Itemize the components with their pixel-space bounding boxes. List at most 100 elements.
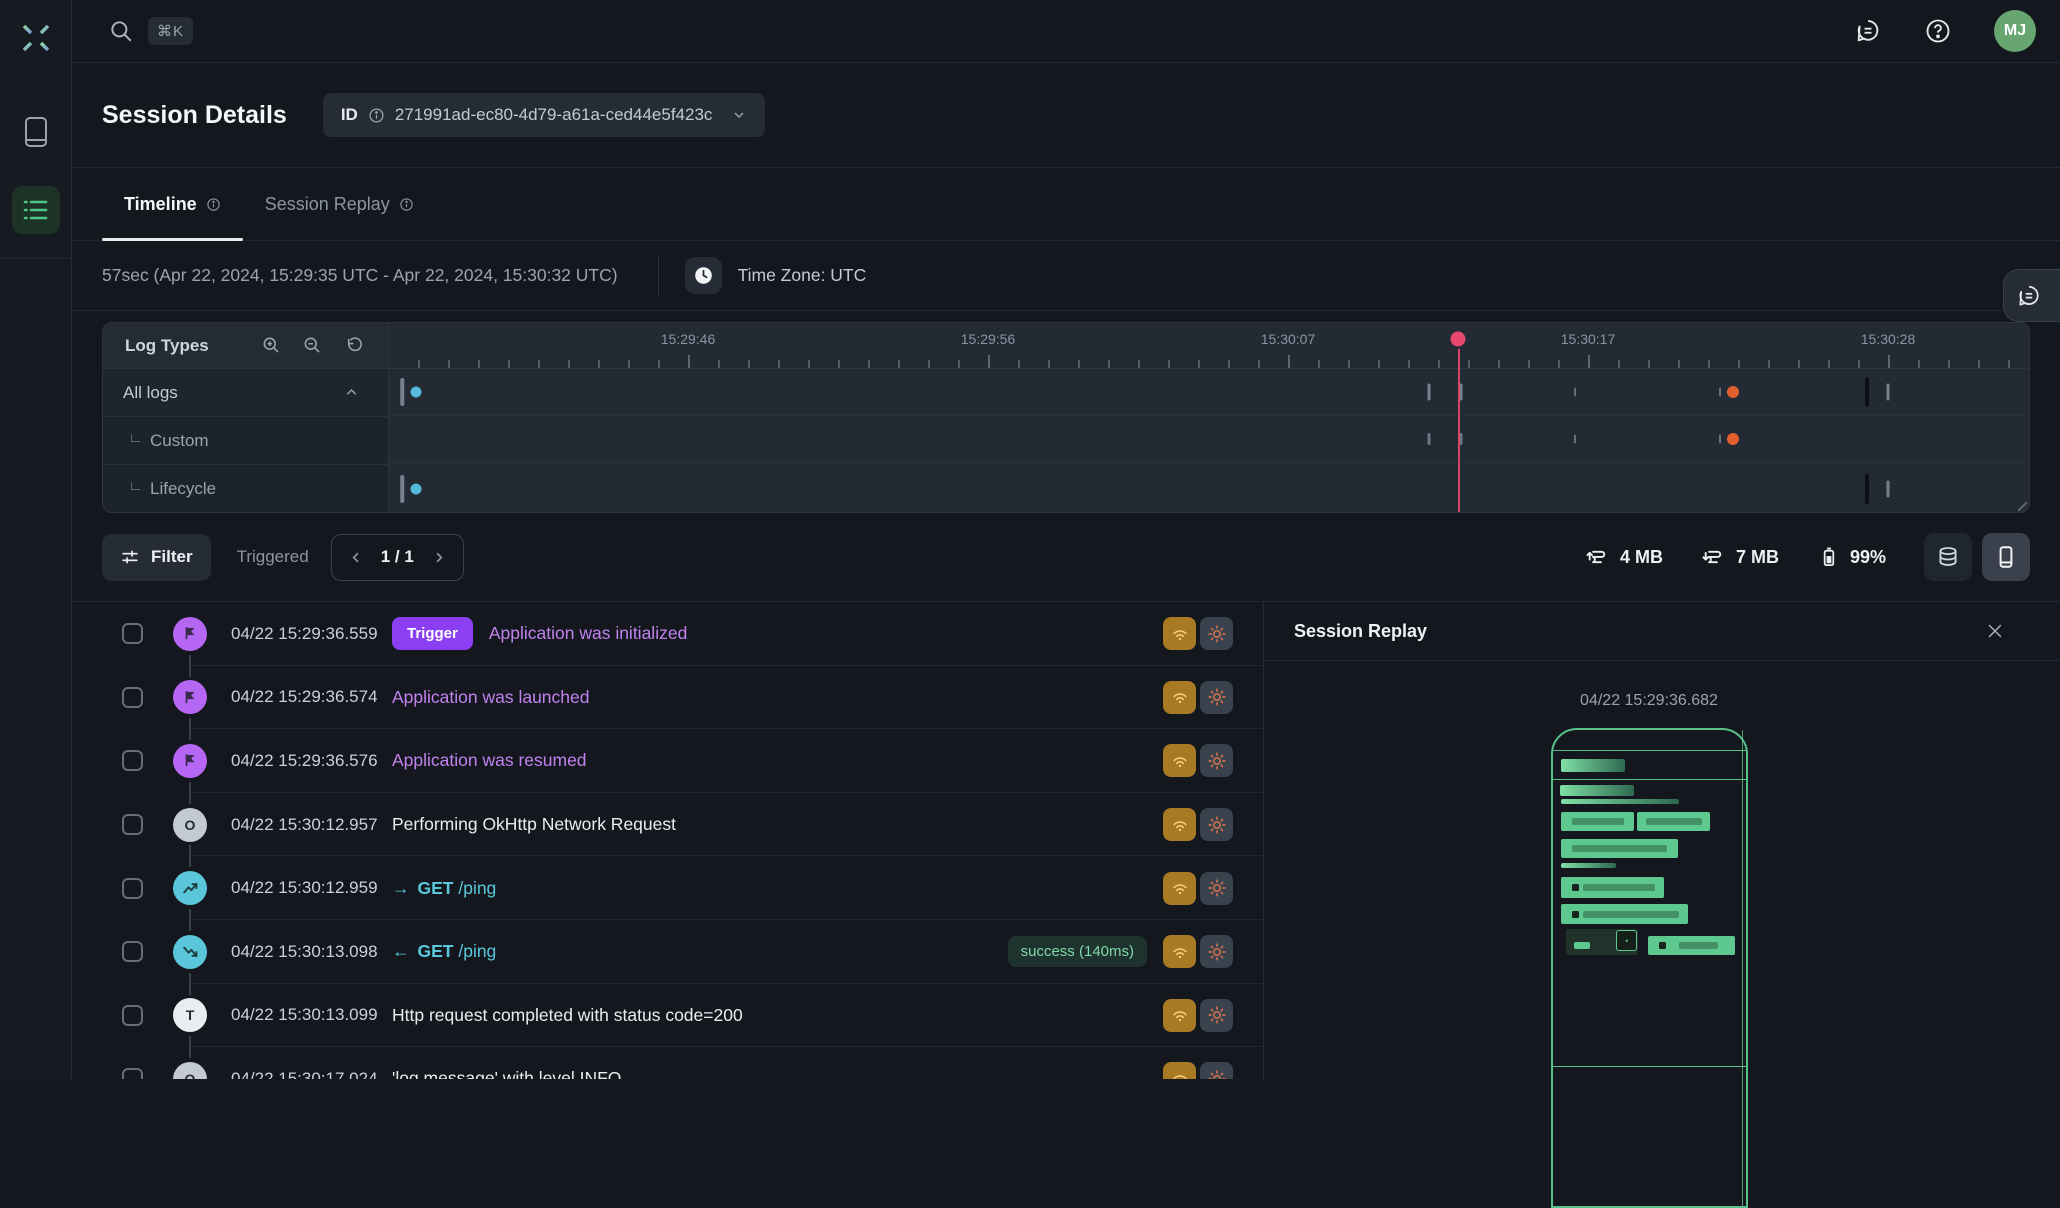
sidebar-item-devices[interactable] <box>12 108 60 156</box>
topbar: ⌘K MJ <box>72 0 2060 63</box>
feedback-chat-icon[interactable] <box>1854 17 1882 45</box>
minor-tick <box>1108 360 1110 368</box>
lifecycle-dot-marker <box>411 483 422 494</box>
data-downloaded: 7 MB <box>1701 545 1779 570</box>
environment-state-button[interactable] <box>1200 935 1233 968</box>
log-message[interactable]: Application was resumed <box>392 750 587 771</box>
close-icon[interactable] <box>1986 622 2004 640</box>
row-checkbox[interactable] <box>122 623 143 644</box>
help-icon[interactable] <box>1924 17 1952 45</box>
app-logo-icon[interactable] <box>16 18 56 58</box>
support-chat-tab[interactable] <box>2003 269 2060 322</box>
log-row[interactable]: T04/22 15:30:13.099Http request complete… <box>72 984 1263 1048</box>
network-state-button[interactable] <box>1163 872 1196 905</box>
log-row[interactable]: 04/22 15:29:36.559TriggerApplication was… <box>72 602 1263 666</box>
environment-state-button[interactable] <box>1200 808 1233 841</box>
log-message[interactable]: Application was initialized <box>489 623 687 644</box>
tab-label: Timeline <box>124 194 197 215</box>
log-message[interactable]: Http request completed with status code=… <box>392 1005 743 1026</box>
minor-tick <box>1528 360 1530 368</box>
log-message[interactable]: →GET /ping <box>392 878 496 899</box>
environment-state-button[interactable] <box>1200 744 1233 777</box>
row-checkbox[interactable] <box>122 1068 143 1079</box>
environment-state-button[interactable] <box>1200 617 1233 650</box>
log-row[interactable]: 04/22 15:30:13.098←GET /pingsuccess (140… <box>72 920 1263 984</box>
request-direction-arrow: ← <box>392 941 410 961</box>
row-checkbox[interactable] <box>122 1005 143 1026</box>
environment-state-button[interactable] <box>1200 999 1233 1032</box>
chevron-down-icon <box>731 107 747 123</box>
environment-state-button[interactable] <box>1200 1062 1233 1079</box>
battery-level: 99% <box>1817 544 1886 570</box>
user-avatar[interactable]: MJ <box>1994 10 2036 52</box>
reset-zoom-icon[interactable] <box>343 335 364 356</box>
session-id-dropdown[interactable]: ID 271991ad-ec80-4d79-a61a-ced44e5f423c <box>323 93 765 137</box>
filter-sliders-icon <box>120 547 140 567</box>
prev-page-icon[interactable] <box>348 549 365 566</box>
row-checkbox[interactable] <box>122 878 143 899</box>
log-type-row-custom[interactable]: Custom <box>103 417 388 465</box>
timeline-connector <box>189 718 191 740</box>
sun-icon <box>1207 1069 1227 1079</box>
row-checkbox[interactable] <box>122 750 143 771</box>
major-tick <box>1588 355 1590 368</box>
row-checkbox[interactable] <box>122 941 143 962</box>
log-type-row-lifecycle[interactable]: Lifecycle <box>103 465 388 512</box>
log-message[interactable]: 'log message' with level INFO <box>392 1068 621 1079</box>
log-row[interactable]: 04/22 15:29:36.576Application was resume… <box>72 729 1263 793</box>
skeleton-header-text <box>1561 759 1625 772</box>
sidebar-item-session-logs[interactable] <box>12 186 60 234</box>
row-checkbox[interactable] <box>122 814 143 835</box>
network-state-button[interactable] <box>1163 808 1196 841</box>
log-message[interactable]: Application was launched <box>392 687 590 708</box>
skeleton-checkbox-row-2 <box>1561 904 1688 924</box>
playhead-line <box>1458 349 1460 512</box>
log-row[interactable]: 04/22 15:30:12.959→GET /ping <box>72 856 1263 920</box>
zoom-out-icon[interactable] <box>302 335 323 356</box>
timeline-track-lifecycle <box>389 463 2029 513</box>
playhead-handle[interactable] <box>1451 332 1466 347</box>
next-page-icon[interactable] <box>430 549 447 566</box>
chevron-up-icon[interactable] <box>343 384 360 401</box>
tab-timeline[interactable]: Timeline <box>102 168 243 240</box>
log-type-label: All logs <box>123 383 178 403</box>
skeleton-button-2 <box>1637 812 1710 831</box>
tab-session-replay[interactable]: Session Replay <box>243 168 436 240</box>
network-state-button[interactable] <box>1163 999 1196 1032</box>
replay-view-toggle[interactable] <box>1982 533 2030 581</box>
zoom-in-icon[interactable] <box>261 335 282 356</box>
skeleton-chip <box>1574 942 1590 949</box>
environment-state-button[interactable] <box>1200 681 1233 714</box>
network-state-button[interactable] <box>1163 617 1196 650</box>
search-icon[interactable] <box>108 18 134 44</box>
event-bar-marker <box>1887 384 1890 401</box>
log-toolbar: Filter Triggered 1 / 1 4 MB 7 MB <box>72 513 2060 602</box>
log-type-avatar <box>173 871 207 905</box>
search-shortcut-badge[interactable]: ⌘K <box>148 17 193 45</box>
log-message[interactable]: Performing OkHttp Network Request <box>392 814 676 835</box>
log-row[interactable]: O04/22 15:30:12.957Performing OkHttp Net… <box>72 793 1263 857</box>
minor-tick <box>1648 360 1650 368</box>
environment-state-button[interactable] <box>1200 872 1233 905</box>
minor-tick <box>1708 360 1710 368</box>
minor-tick <box>478 360 480 368</box>
network-state-button[interactable] <box>1163 935 1196 968</box>
log-row[interactable]: 04/22 15:29:36.574Application was launch… <box>72 666 1263 730</box>
filter-button[interactable]: Filter <box>102 534 211 581</box>
tree-corner-icon <box>131 482 140 490</box>
minor-tick <box>1798 360 1800 368</box>
minor-tick <box>1558 360 1560 368</box>
page-indicator: 1 / 1 <box>381 547 414 567</box>
info-icon <box>399 197 414 212</box>
log-row[interactable]: O04/22 15:30:17.024'log message' with le… <box>72 1047 1263 1079</box>
network-state-button[interactable] <box>1163 1062 1196 1079</box>
log-timestamp: 04/22 15:29:36.574 <box>231 687 392 707</box>
network-state-button[interactable] <box>1163 744 1196 777</box>
minor-tick <box>1078 360 1080 368</box>
data-view-toggle[interactable] <box>1924 533 1972 581</box>
network-state-button[interactable] <box>1163 681 1196 714</box>
log-type-row-all-logs[interactable]: All logs <box>103 369 388 417</box>
major-tick <box>1288 355 1290 368</box>
log-message[interactable]: ←GET /ping <box>392 941 496 962</box>
row-checkbox[interactable] <box>122 687 143 708</box>
